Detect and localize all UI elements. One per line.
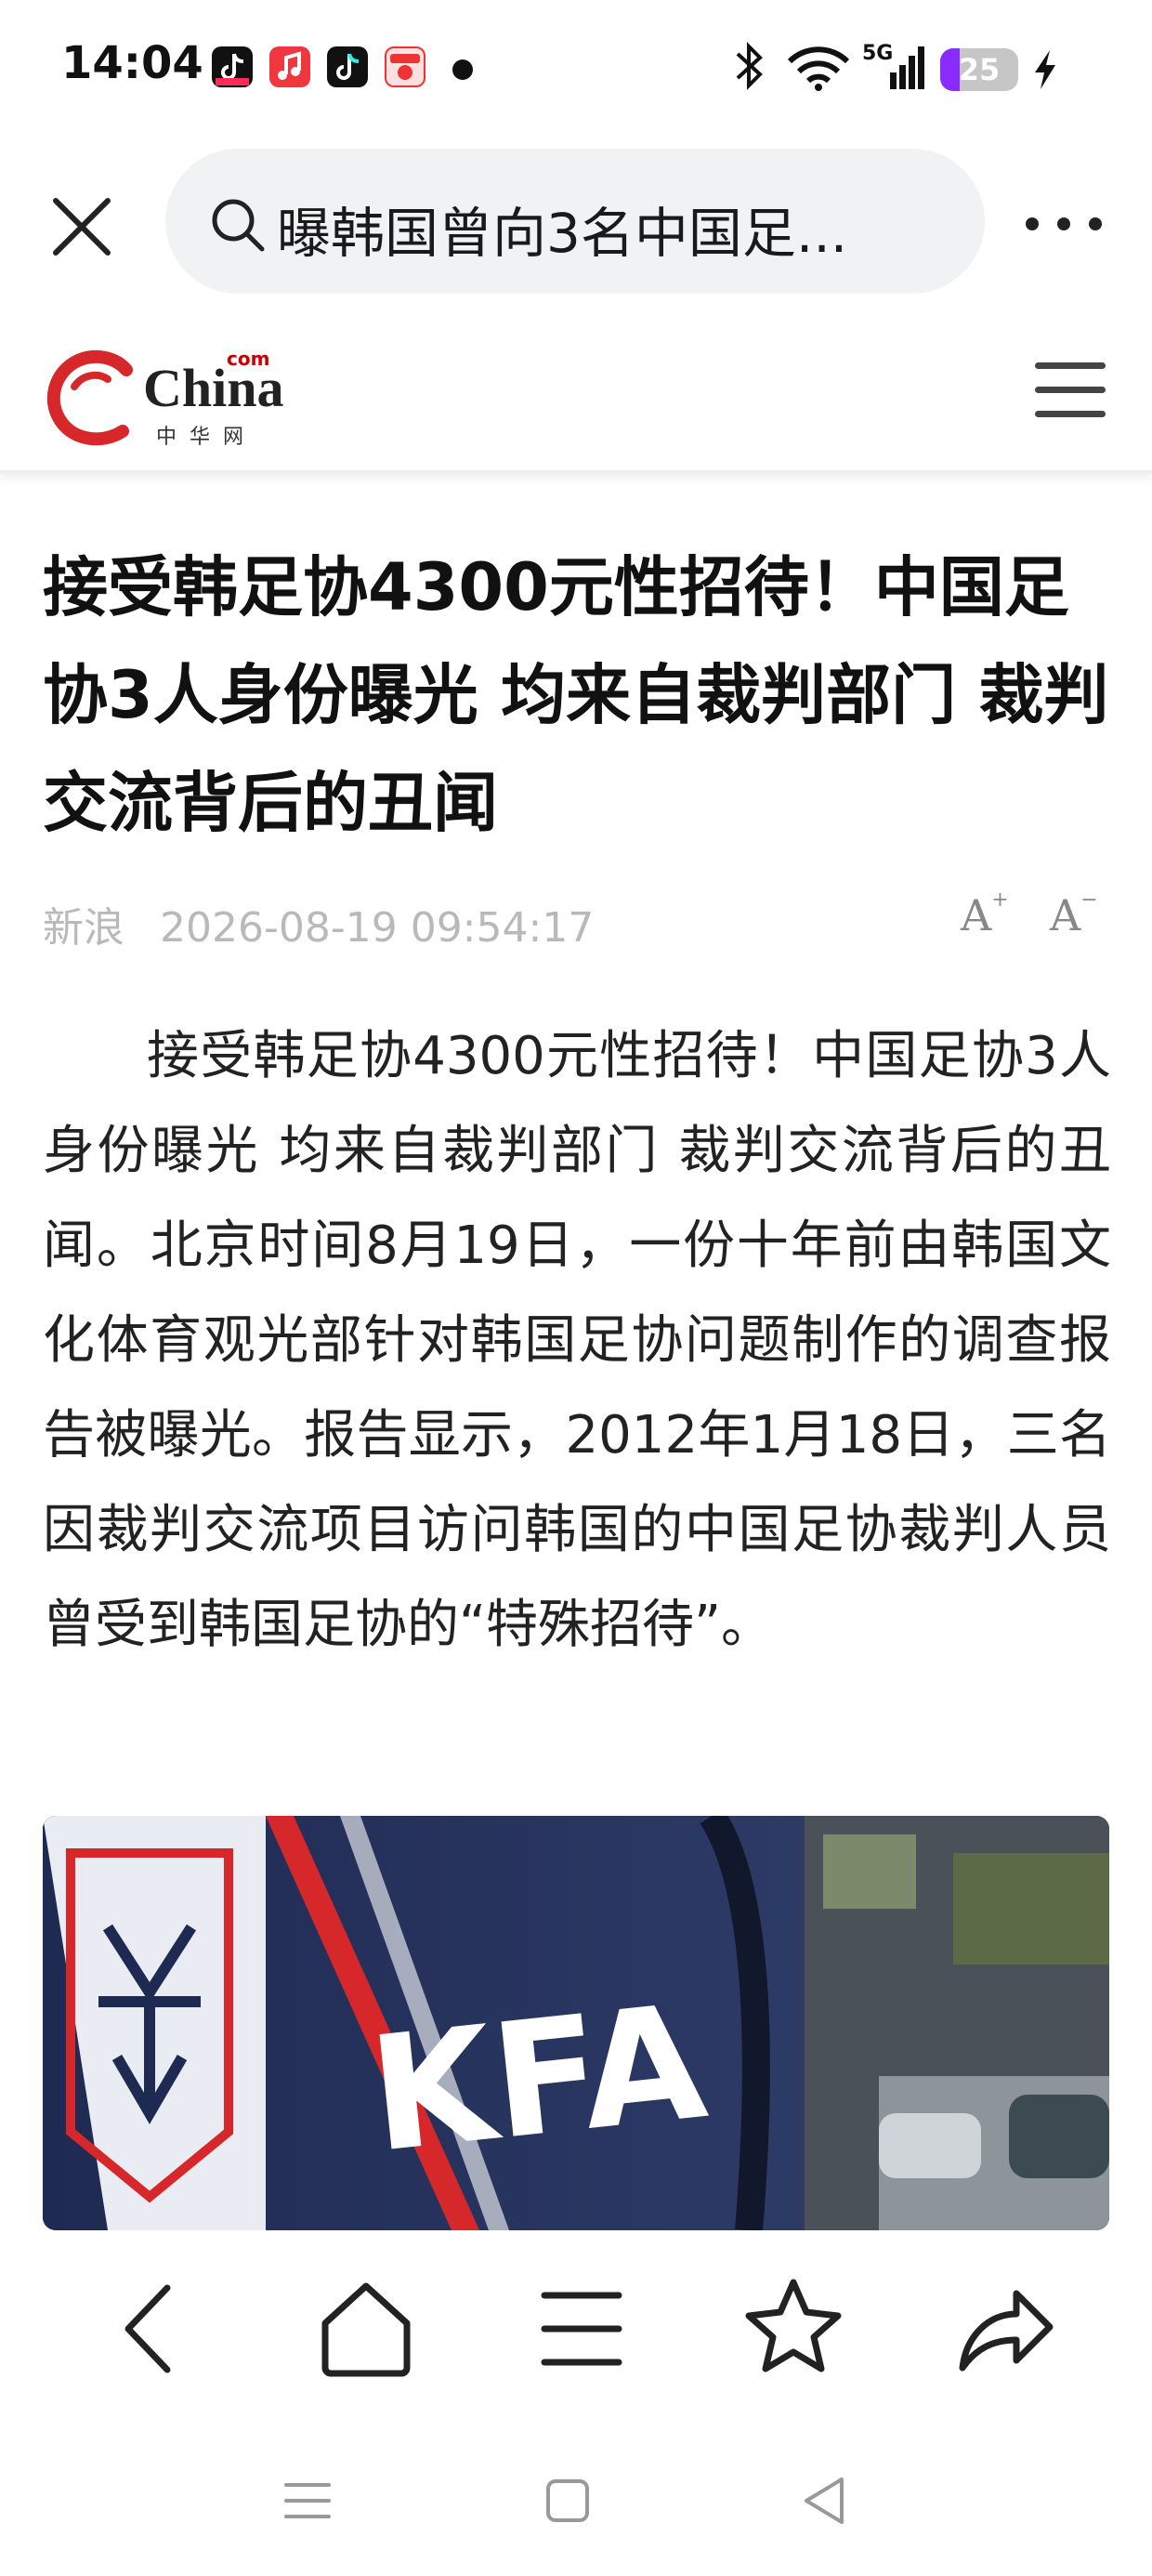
svg-text:5G: 5G xyxy=(862,42,893,65)
status-time: 14:04 xyxy=(61,37,203,89)
close-button[interactable] xyxy=(46,191,117,262)
article-datetime: 2026-08-19 09:54:17 xyxy=(160,904,595,952)
chevron-left-icon xyxy=(124,2284,171,2373)
signal-icon: 5G xyxy=(862,39,927,97)
favorite-button[interactable] xyxy=(738,2271,849,2383)
article-source[interactable]: 新浪 xyxy=(43,904,124,952)
triangle-back-icon xyxy=(805,2477,844,2524)
article-title: 接受韩足协4300元性招待！中国足协3人身份曝光 均来自裁判部门 裁判交流背后的… xyxy=(43,549,1109,841)
system-home-button[interactable] xyxy=(535,2468,600,2533)
star-icon xyxy=(745,2279,842,2372)
kfa-bus-image: KFA xyxy=(43,1816,1109,2230)
charging-icon xyxy=(1031,48,1059,95)
search-query: 曝韩国曾向3名中国足... xyxy=(277,202,848,265)
article-body: 接受韩足协4300元性招待！中国足协3人身份曝光 均来自裁判部门 裁判交流背后的… xyxy=(43,1026,1111,1655)
status-bar: 14:04 5G 25 xyxy=(0,0,1152,139)
system-back-button[interactable] xyxy=(793,2468,858,2533)
more-options-button[interactable] xyxy=(1022,210,1106,238)
plus-icon: + xyxy=(991,888,1009,912)
menu-icon xyxy=(1035,411,1106,417)
font-decrease-label: A xyxy=(1050,890,1081,940)
article-meta: 新浪 2026-08-19 09:54:17 xyxy=(43,894,594,953)
china-com-logo[interactable]: China com 中华网 xyxy=(41,346,284,449)
back-button[interactable] xyxy=(97,2271,208,2383)
site-menu-button[interactable] xyxy=(1035,362,1106,418)
more-dot-icon xyxy=(1026,217,1039,230)
bluetooth-icon xyxy=(734,41,766,95)
logo-subtitle: 中华网 xyxy=(156,426,257,449)
browser-toolbar xyxy=(0,2230,1152,2425)
search-bar[interactable]: 曝韩国曾向3名中国足... xyxy=(165,149,985,294)
menu-lines-icon xyxy=(541,2292,622,2366)
logo-com: com xyxy=(227,348,270,370)
site-header: China com 中华网 xyxy=(0,325,1152,474)
tiktok-icon xyxy=(327,46,368,87)
logo-swoosh-icon xyxy=(46,349,133,446)
battery-icon: 25 xyxy=(940,48,1018,91)
font-increase-button[interactable]: A+ xyxy=(961,888,1009,940)
menu-icon xyxy=(1035,362,1106,369)
battery-percent: 25 xyxy=(958,52,1001,87)
system-nav-bar xyxy=(0,2425,1152,2576)
minus-icon: − xyxy=(1080,888,1098,912)
home-icon xyxy=(321,2282,411,2377)
music-app-icon xyxy=(269,46,310,87)
more-dot-icon xyxy=(1057,217,1070,230)
search-icon xyxy=(212,199,265,252)
menu-icon xyxy=(1035,387,1106,393)
close-icon xyxy=(53,198,111,256)
kfa-logo-text: KFA xyxy=(362,1970,714,2188)
menu-button[interactable] xyxy=(526,2271,637,2383)
font-decrease-button[interactable]: A− xyxy=(1050,888,1098,940)
share-icon xyxy=(959,2290,1054,2372)
font-increase-label: A xyxy=(961,890,992,940)
notification-dot-icon xyxy=(452,59,473,80)
share-button[interactable] xyxy=(949,2271,1061,2383)
square-home-icon xyxy=(546,2479,589,2522)
home-button[interactable] xyxy=(310,2271,422,2383)
wifi-icon xyxy=(786,46,851,95)
recents-icon xyxy=(284,2483,331,2518)
more-dot-icon xyxy=(1089,217,1102,230)
recent-apps-button[interactable] xyxy=(275,2468,340,2533)
article-image[interactable]: KFA xyxy=(43,1816,1109,2230)
shopping-app-icon xyxy=(385,46,425,87)
tiktok-lite-icon xyxy=(212,46,253,87)
